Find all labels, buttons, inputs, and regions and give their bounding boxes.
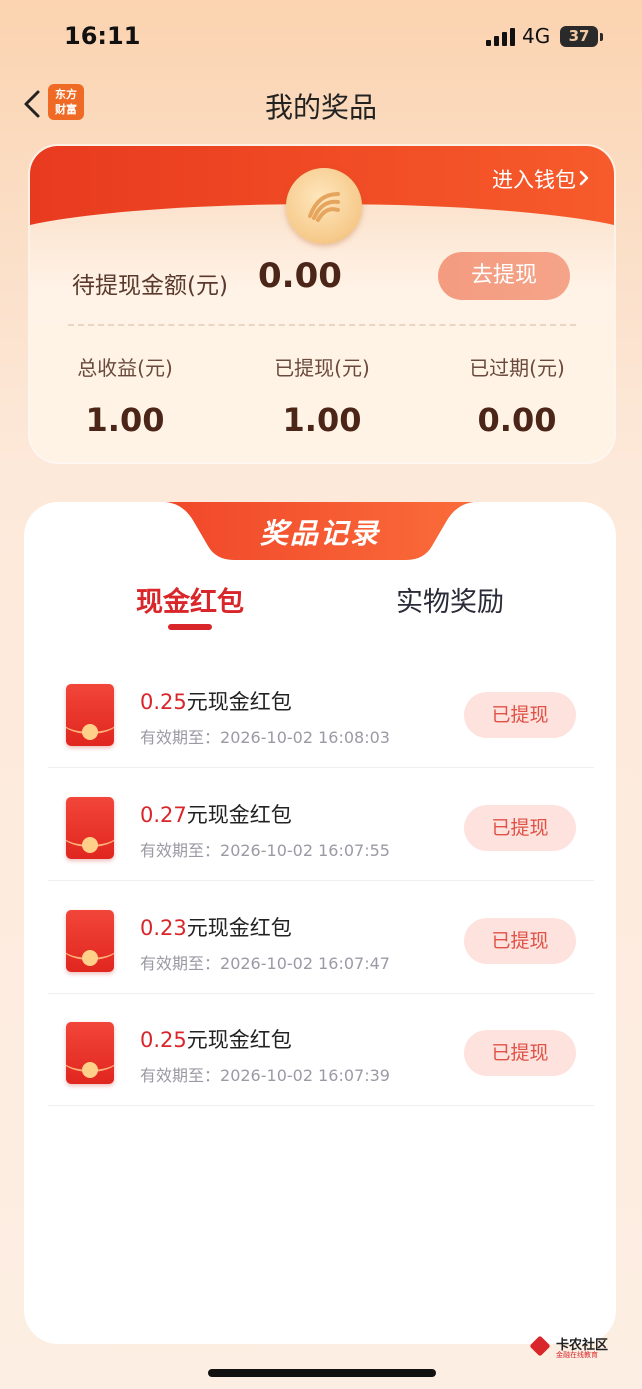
item-title: 0.27元现金红包 [140, 799, 292, 829]
item-title: 0.23元现金红包 [140, 912, 292, 942]
item-title: 0.25元现金红包 [140, 686, 292, 716]
status-time: 16:11 [64, 22, 141, 50]
status-badge: 已提现 [464, 1030, 576, 1076]
stat-expired: 已过期(元) 0.00 [422, 352, 612, 439]
battery-icon: 37 [560, 26, 598, 47]
records-panel: 奖品记录 现金红包 实物奖励 0.25元现金红包 有效期至：2026-10-02… [24, 502, 616, 1344]
item-amount: 0.25 [140, 1028, 187, 1052]
battery-cap [600, 33, 603, 41]
item-amount: 0.27 [140, 803, 187, 827]
pending-amount-value: 0.00 [258, 256, 342, 296]
divider [68, 324, 576, 326]
item-suffix: 元现金红包 [186, 690, 292, 714]
expiry-date: 2026-10-02 16:07:55 [220, 841, 390, 860]
expiry-label: 有效期至： [140, 1066, 221, 1085]
active-tab-indicator [168, 624, 212, 630]
stat-value: 1.00 [282, 401, 362, 439]
item-expiry: 有效期至：2026-10-02 16:08:03 [140, 724, 390, 748]
records-title: 奖品记录 [259, 517, 380, 550]
item-amount: 0.25 [140, 690, 187, 714]
item-suffix: 元现金红包 [186, 916, 292, 940]
status-badge: 已提现 [464, 692, 576, 738]
list-item: 0.23元现金红包 有效期至：2026-10-02 16:07:47 已提现 [48, 882, 594, 994]
expiry-date: 2026-10-02 16:08:03 [220, 728, 390, 747]
stat-label: 已提现(元) [274, 356, 370, 380]
status-bar: 16:11 4G 37 [0, 0, 642, 74]
expiry-date: 2026-10-02 16:07:39 [220, 1066, 390, 1085]
list-item: 0.27元现金红包 有效期至：2026-10-02 16:07:55 已提现 [48, 769, 594, 881]
nav-bar: 东方财富 我的奖品 [0, 78, 642, 132]
item-expiry: 有效期至：2026-10-02 16:07:47 [140, 950, 390, 974]
stat-withdrawn: 已提现(元) 1.00 [227, 352, 417, 439]
withdraw-button[interactable]: 去提现 [438, 252, 570, 300]
list-item: 0.25元现金红包 有效期至：2026-10-02 16:07:39 已提现 [48, 994, 594, 1106]
watermark-tagline: 金融在线教育 [556, 1351, 598, 1359]
records-header-tab: 奖品记录 [166, 502, 474, 560]
status-badge: 已提现 [464, 918, 576, 964]
red-envelope-icon [66, 1022, 114, 1084]
list-item: 0.25元现金红包 有效期至：2026-10-02 16:08:03 已提现 [48, 656, 594, 768]
wallet-card: 进入钱包 待提现金额(元) 0.00 去提现 总收益(元) 1.00 已提现(元… [30, 146, 614, 462]
item-suffix: 元现金红包 [186, 803, 292, 827]
pending-amount-label: 待提现金额(元) [72, 273, 228, 299]
status-badge: 已提现 [464, 805, 576, 851]
tab-physical-reward[interactable]: 实物奖励 [396, 580, 504, 619]
home-indicator[interactable] [208, 1369, 436, 1377]
item-expiry: 有效期至：2026-10-02 16:07:39 [140, 1062, 390, 1086]
stat-label: 总收益(元) [77, 356, 173, 380]
signal-icon [486, 28, 516, 46]
item-expiry: 有效期至：2026-10-02 16:07:55 [140, 837, 390, 861]
item-amount: 0.23 [140, 916, 187, 940]
stat-value: 1.00 [85, 401, 165, 439]
red-envelope-icon [66, 910, 114, 972]
expiry-label: 有效期至： [140, 841, 221, 860]
enter-wallet-link[interactable]: 进入钱包 [492, 164, 590, 194]
community-watermark: 卡农社区 金融在线教育 [529, 1335, 610, 1360]
network-label: 4G [522, 24, 551, 48]
item-suffix: 元现金红包 [186, 1028, 292, 1052]
expiry-label: 有效期至： [140, 954, 221, 973]
stat-label: 已过期(元) [469, 356, 565, 380]
tab-cash-red-packet[interactable]: 现金红包 [136, 580, 244, 619]
page-title: 我的奖品 [264, 91, 377, 124]
stat-value: 0.00 [477, 401, 557, 439]
item-title: 0.25元现金红包 [140, 1024, 292, 1054]
enter-wallet-label: 进入钱包 [492, 168, 576, 192]
chevron-right-icon [578, 168, 590, 192]
coin-icon [286, 168, 362, 244]
stat-total-earnings: 总收益(元) 1.00 [30, 352, 220, 439]
red-envelope-icon [66, 684, 114, 746]
expiry-label: 有效期至： [140, 728, 221, 747]
expiry-date: 2026-10-02 16:07:47 [220, 954, 390, 973]
watermark-logo-icon [529, 1335, 551, 1357]
red-envelope-icon [66, 797, 114, 859]
